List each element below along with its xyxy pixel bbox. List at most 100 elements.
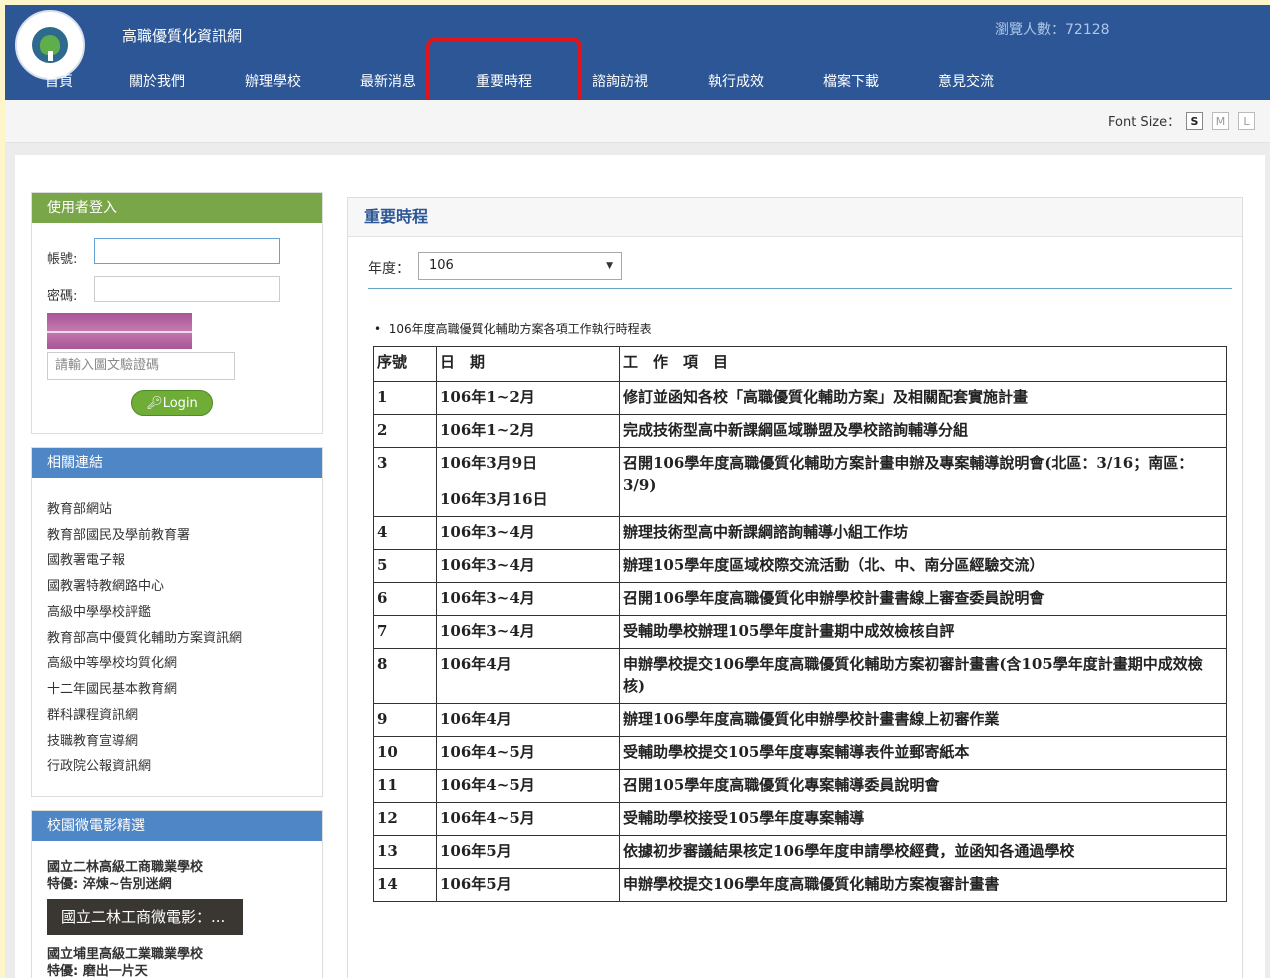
table-row: 1 106年1~2月 修訂並函知各校「高職優質化輔助方案」及相關配套實施計畫	[373, 381, 1227, 415]
row-no: 11	[373, 769, 437, 803]
login-button-label: Login	[162, 396, 198, 411]
key-icon: 🔑︎	[146, 396, 163, 411]
row-item: 召開106學年度高職優質化申辦學校計畫書線上審查委員說明會	[619, 582, 1227, 616]
site-title[interactable]: 高職優質化資訊網	[122, 25, 242, 46]
row-date: 106年3~4月	[436, 582, 620, 616]
link-item[interactable]: 教育部網站	[47, 498, 112, 517]
logo-emblem	[29, 24, 71, 66]
captcha-image	[47, 313, 192, 349]
nav-news[interactable]: 最新消息	[360, 71, 416, 91]
nav-downloads[interactable]: 檔案下載	[823, 71, 879, 91]
row-date: 106年4月	[436, 648, 620, 704]
font-size-label: Font Size：	[1108, 115, 1181, 130]
row-item: 申辦學校提交106學年度高職優質化輔助方案初審計畫書(含105學年度計畫期中成效…	[619, 648, 1227, 704]
row-item: 受輔助學校提交105學年度專案輔導表件並郵寄紙本	[619, 736, 1227, 770]
table-row: 6 106年3~4月 召開106學年度高職優質化申辦學校計畫書線上審查委員說明會	[373, 582, 1227, 616]
row-date: 106年3月9日	[440, 454, 538, 472]
row-item: 修訂並函知各校「高職優質化輔助方案」及相關配套實施計畫	[619, 381, 1227, 415]
link-item[interactable]: 國教署特教網路中心	[47, 575, 164, 594]
row-date: 106年3~4月	[436, 516, 620, 550]
nav-schools[interactable]: 辦理學校	[245, 71, 301, 91]
font-size-m-button[interactable]: M	[1212, 112, 1229, 130]
schedule-list-title-text: 106年度高職優質化輔助方案各項工作執行時程表	[388, 322, 652, 336]
dropdown-arrow-icon: ▼	[606, 261, 613, 271]
font-size-l-button[interactable]: L	[1238, 112, 1255, 130]
divider	[368, 288, 1232, 289]
password-input[interactable]	[94, 276, 280, 302]
row-no: 9	[373, 703, 437, 737]
table-row: 2 106年1~2月 完成技術型高中新課綱區域聯盟及學校諮詢輔導分組	[373, 414, 1227, 448]
row-no: 7	[373, 615, 437, 649]
schedule-list-title[interactable]: • 106年度高職優質化輔助方案各項工作執行時程表	[374, 320, 652, 337]
table-row: 14 106年5月 申辦學校提交106學年度高職優質化輔助方案複審計畫書	[373, 868, 1227, 902]
row-item: 受輔助學校接受105學年度專案輔導	[619, 802, 1227, 836]
link-item[interactable]: 教育部國民及學前教育署	[47, 524, 190, 543]
row-no: 3	[373, 447, 437, 517]
row-date: 106年1~2月	[436, 381, 620, 415]
nav-about[interactable]: 關於我們	[129, 71, 185, 91]
movies-panel: 校園微電影精選 國立二林高級工商職業學校 特優: 淬煉~告別迷網 國立二林工商微…	[31, 810, 323, 978]
row-date: 106年4~5月	[436, 802, 620, 836]
row-no: 13	[373, 835, 437, 869]
row-no: 5	[373, 549, 437, 583]
account-label: 帳號:	[47, 252, 78, 267]
table-row: 7 106年3~4月 受輔助學校辦理105學年度計畫期中成效檢核自評	[373, 615, 1227, 649]
movie-school[interactable]: 國立二林高級工商職業學校	[47, 859, 203, 876]
table-row: 5 106年3~4月 辦理105學年度區域校際交流活動（北、中、南分區經驗交流）	[373, 549, 1227, 583]
row-item: 辦理技術型高中新課綱諮詢輔導小組工作坊	[619, 516, 1227, 550]
year-select[interactable]: 106 ▼	[418, 252, 622, 280]
movie-feature: 特優: 磨出一片天	[47, 964, 148, 978]
link-item[interactable]: 教育部高中優質化輔助方案資訊網	[47, 627, 242, 646]
table-row: 10 106年4~5月 受輔助學校提交105學年度專案輔導表件並郵寄紙本	[373, 736, 1227, 770]
row-no: 10	[373, 736, 437, 770]
row-item: 辦理105學年度區域校際交流活動（北、中、南分區經驗交流）	[619, 549, 1227, 583]
movie-thumbnail[interactable]: 國立二林工商微電影：...	[47, 899, 243, 935]
row-date: 106年4~5月	[436, 769, 620, 803]
header-no: 序號	[373, 346, 437, 382]
link-item[interactable]: 十二年國民基本教育網	[47, 678, 177, 697]
table-header-row: 序號 日 期 工 作 項 目	[373, 346, 1227, 382]
row-date: 106年4~5月	[436, 736, 620, 770]
font-size-s-button[interactable]: S	[1186, 112, 1203, 130]
account-input[interactable]	[94, 238, 280, 264]
nav-home[interactable]: 首頁	[45, 71, 73, 91]
table-row: 11 106年4~5月 召開105學年度高職優質化專案輔導委員說明會	[373, 769, 1227, 803]
table-row: 13 106年5月 依據初步審議結果核定106學年度申請學校經費，並函知各通過學…	[373, 835, 1227, 869]
header-item: 工 作 項 目	[619, 346, 1227, 382]
movies-heading: 校園微電影精選	[32, 811, 322, 841]
row-no: 1	[373, 381, 437, 415]
visitor-count: 瀏覽人數：72128	[995, 22, 1110, 38]
password-label: 密碼:	[47, 289, 78, 304]
row-item: 受輔助學校辦理105學年度計畫期中成效檢核自評	[619, 615, 1227, 649]
row-no: 6	[373, 582, 437, 616]
row-item: 召開105學年度高職優質化專案輔導委員說明會	[619, 769, 1227, 803]
row-date: 106年3~4月	[436, 549, 620, 583]
table-row: 9 106年4月 辦理106學年度高職優質化申辦學校計畫書線上初審作業	[373, 703, 1227, 737]
font-size-bar: Font Size： S M L	[5, 100, 1270, 143]
row-date-cell: 106年3月9日 106年3月16日	[436, 447, 620, 517]
link-item[interactable]: 高級中學學校評鑑	[47, 601, 151, 620]
movie-school[interactable]: 國立埔里高級工業職業學校	[47, 946, 203, 963]
captcha-input[interactable]: 請輸入圖文驗證碼	[47, 352, 235, 380]
link-item[interactable]: 高級中等學校均質化網	[47, 652, 177, 671]
row-no: 14	[373, 868, 437, 902]
row-no: 8	[373, 648, 437, 704]
login-button[interactable]: 🔑︎Login	[131, 390, 213, 416]
table-row: 4 106年3~4月 辦理技術型高中新課綱諮詢輔導小組工作坊	[373, 516, 1227, 550]
schedule-table: 序號 日 期 工 作 項 目 1 106年1~2月 修訂並函知各校「高職優質化輔…	[373, 346, 1227, 902]
link-item[interactable]: 行政院公報資訊網	[47, 755, 151, 774]
row-date: 106年4月	[436, 703, 620, 737]
movie-feature: 特優: 淬煉~告別迷網	[47, 877, 172, 892]
nav-feedback[interactable]: 意見交流	[938, 71, 994, 91]
row-item: 辦理106學年度高職優質化申辦學校計畫書線上初審作業	[619, 703, 1227, 737]
row-no: 12	[373, 802, 437, 836]
nav-results[interactable]: 執行成效	[708, 71, 764, 91]
row-no: 2	[373, 414, 437, 448]
link-item[interactable]: 國教署電子報	[47, 549, 125, 568]
row-date: 106年1~2月	[436, 414, 620, 448]
captcha-noise	[47, 331, 192, 333]
row-date: 106年5月	[436, 835, 620, 869]
nav-consult[interactable]: 諮詢訪視	[592, 71, 648, 91]
link-item[interactable]: 群科課程資訊網	[47, 704, 138, 723]
link-item[interactable]: 技職教育宣導網	[47, 730, 138, 749]
